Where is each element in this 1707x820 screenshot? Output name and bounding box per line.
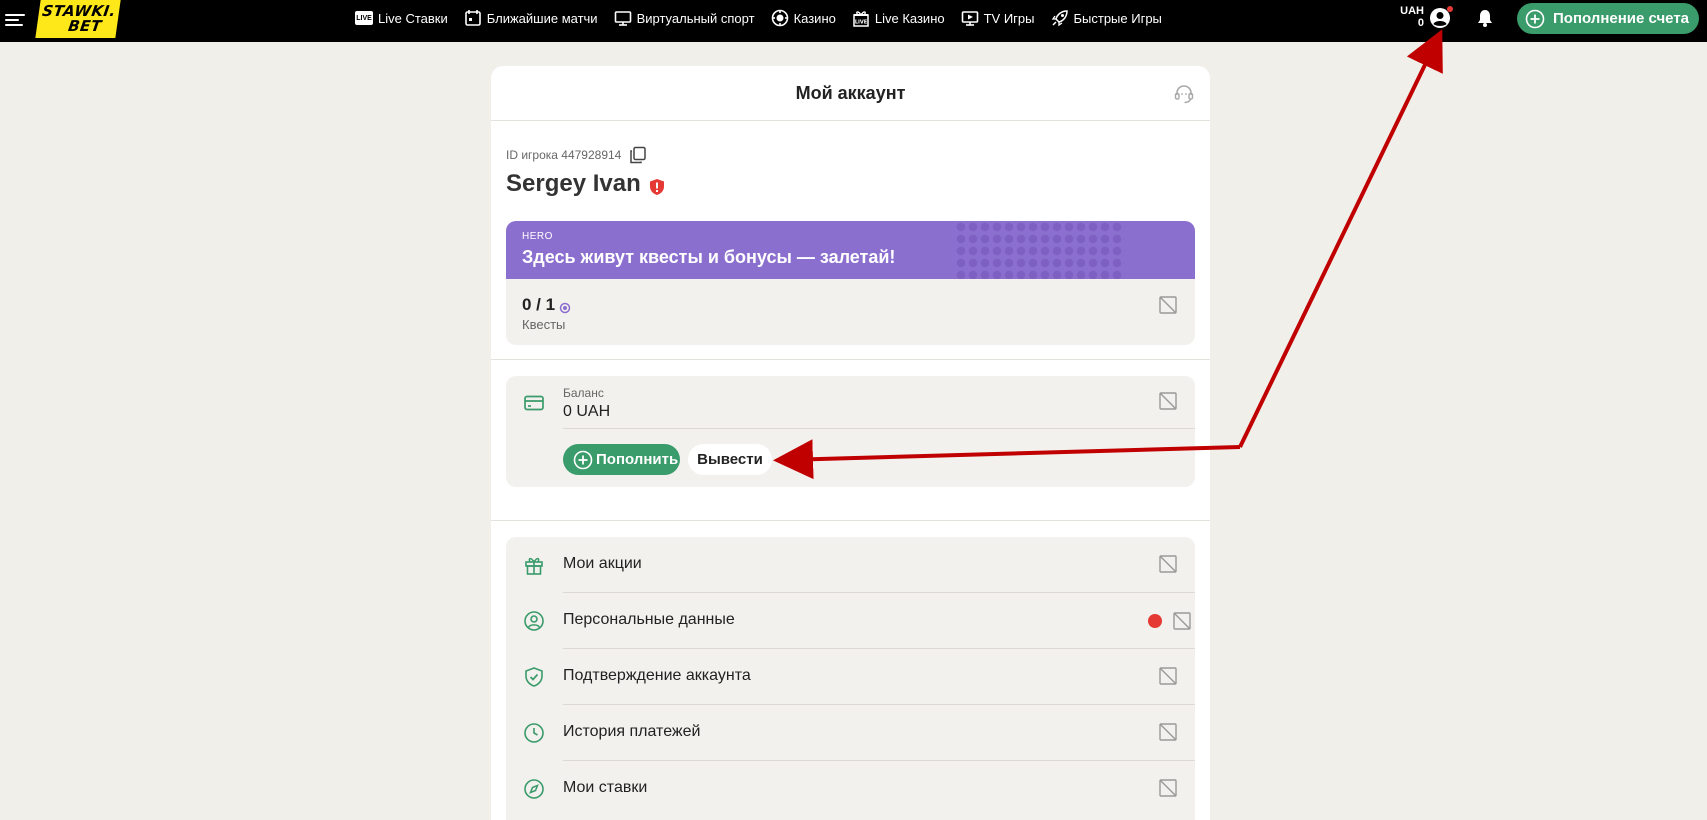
divider (491, 520, 1210, 521)
nav-item-live-casino[interactable]: LIVE Live Казино (852, 9, 945, 27)
chevron-right-icon (1158, 778, 1178, 798)
nav-label: TV Игры (983, 10, 1035, 26)
menu-hamburger-icon[interactable] (5, 11, 25, 29)
nav-label: Live Ставки (378, 10, 448, 26)
compass-icon (523, 778, 545, 800)
menu-label: История платежей (563, 723, 701, 740)
nav-item-casino[interactable]: Казино (771, 9, 836, 27)
monitor-icon (614, 9, 632, 27)
nav-item-upcoming[interactable]: Ближайшие матчи (464, 9, 598, 27)
fill-label: Пополнить (596, 451, 679, 468)
chevron-right-icon (1158, 554, 1178, 574)
menu-item-my-bets[interactable]: Мои ставки (506, 761, 1195, 817)
chevron-right-icon (1158, 666, 1178, 686)
withdraw-button[interactable]: Вывести (688, 444, 772, 475)
nav-label: Быстрые Игры (1073, 10, 1162, 26)
svg-text:LIVE: LIVE (855, 20, 868, 26)
balance-panel: Баланс 0 UAH Пополнить Вывести (506, 376, 1195, 487)
live-gift-icon: LIVE (852, 9, 870, 27)
live-badge-icon: LIVE (355, 9, 373, 27)
player-id-text: ID игрока 447928914 (506, 148, 622, 162)
divider (491, 359, 1210, 360)
chevron-right-icon (1158, 722, 1178, 742)
header-balance[interactable]: UAH 0 (1396, 5, 1424, 29)
top-bar: STAWKI. BET LIVE Live Ставки Ближайшие м… (0, 0, 1707, 42)
nav-label: Live Казино (874, 10, 945, 26)
currency-code: UAH (1400, 5, 1424, 17)
top-deposit-button[interactable]: Пополнение счета (1517, 3, 1699, 34)
player-id: ID игрока 447928914 (506, 146, 647, 164)
menu-item-promotions[interactable]: Мои акции (506, 537, 1195, 593)
plus-circle-icon (1525, 9, 1545, 29)
clock-icon (523, 722, 545, 744)
quest-count-text: 0 / 1 (522, 295, 556, 314)
balance-label: Баланс (563, 386, 604, 400)
chevron-right-icon (1172, 611, 1192, 631)
arrow-to-account (1238, 29, 1443, 448)
calendar-icon (464, 9, 482, 27)
support-headset-icon[interactable] (1173, 83, 1195, 105)
hero-quests-panel[interactable]: HERO Здесь живут квесты и бонусы — залет… (506, 221, 1195, 345)
quest-target-icon (559, 299, 571, 314)
alert-dot (1148, 614, 1162, 628)
user-circle-icon (523, 610, 545, 632)
shield-check-icon (523, 666, 545, 688)
hero-dot-pattern (955, 221, 1125, 279)
page-title: Мой аккаунт (795, 82, 906, 103)
gift-icon (523, 554, 545, 576)
bell-icon[interactable] (1475, 8, 1495, 28)
hero-banner: HERO Здесь живут квесты и бонусы — залет… (506, 221, 1195, 279)
menu-label: Мои акции (563, 555, 642, 572)
account-card: Мой аккаунт ID игрока 447928914 Sergey I… (491, 66, 1210, 820)
menu-item-personal-data[interactable]: Персональные данные (506, 593, 1195, 649)
menu-label: Подтверждение аккаунта (563, 667, 751, 684)
logo[interactable]: STAWKI. BET (35, 0, 121, 38)
tv-icon (961, 9, 979, 27)
credit-card-icon (523, 392, 545, 414)
player-name: Sergey Ivan (506, 170, 665, 198)
nav-item-live-bets[interactable]: LIVE Live Ставки (355, 9, 448, 27)
menu-label: Мои ставки (563, 779, 648, 796)
quest-label: Квесты (522, 317, 566, 332)
nav-item-virtual-sport[interactable]: Виртуальный спорт (614, 9, 755, 27)
quest-count: 0 / 1 (522, 295, 571, 315)
nav-label: Казино (793, 10, 836, 26)
chevron-right-icon[interactable] (1158, 295, 1178, 315)
card-header: Мой аккаунт (491, 66, 1210, 121)
logo-line2: BET (67, 17, 103, 35)
deposit-label: Пополнение счета (1553, 10, 1690, 27)
nav-label: Виртуальный спорт (636, 10, 755, 26)
plus-circle-icon (573, 450, 593, 470)
withdraw-label: Вывести (697, 451, 763, 468)
nav-item-tv-games[interactable]: TV Игры (961, 9, 1035, 27)
chevron-right-icon[interactable] (1158, 391, 1178, 411)
menu-item-payment-history[interactable]: История платежей (506, 705, 1195, 761)
shield-alert-icon (649, 175, 665, 195)
casino-chip-icon (771, 9, 789, 27)
nav-item-fast-games[interactable]: Быстрые Игры (1051, 9, 1162, 27)
balance-amount: 0 (1417, 17, 1424, 29)
user-notification-dot (1447, 6, 1453, 12)
rocket-icon (1051, 9, 1069, 27)
balance-value: 0 UAH (563, 403, 611, 420)
main-nav: LIVE Live Ставки Ближайшие матчи Виртуал… (355, 0, 1178, 36)
menu-item-verification[interactable]: Подтверждение аккаунта (506, 649, 1195, 705)
divider (563, 428, 1195, 429)
hero-tag: HERO (522, 231, 553, 242)
fill-balance-button[interactable]: Пополнить (563, 444, 680, 475)
hero-text: Здесь живут квесты и бонусы — залетай! (522, 247, 896, 267)
account-menu: Мои акции Персональные данные Подтвержде… (506, 537, 1195, 820)
copy-icon[interactable] (629, 146, 647, 164)
player-name-text: Sergey Ivan (506, 170, 641, 197)
nav-label: Ближайшие матчи (486, 10, 598, 26)
menu-label: Персональные данные (563, 611, 735, 628)
